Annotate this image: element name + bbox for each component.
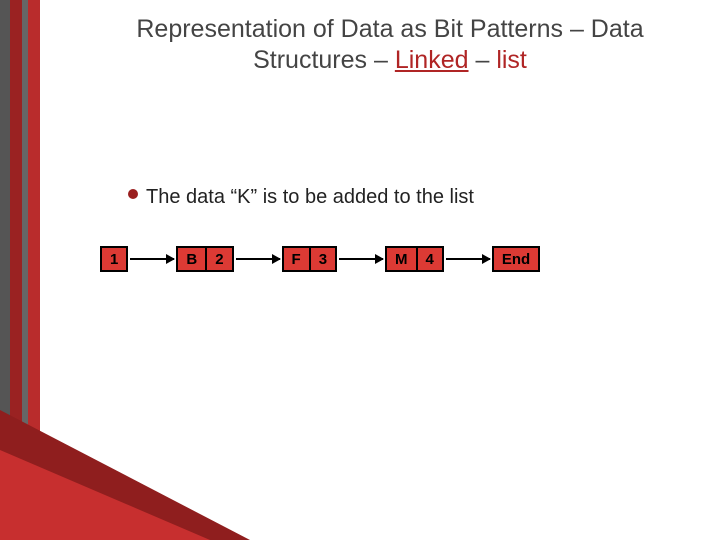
- arrow-icon: [446, 258, 490, 260]
- list-node-1: B 2: [176, 246, 233, 272]
- linked-list-diagram: 1 B 2 F 3 M 4 End: [100, 246, 540, 272]
- arrow-icon: [339, 258, 383, 260]
- node-data: M: [387, 248, 416, 270]
- corner-wedge-light: [0, 450, 210, 540]
- arrow-icon: [130, 258, 174, 260]
- slide-title: Representation of Data as Bit Patterns –…: [100, 14, 680, 77]
- list-node-2: F 3: [282, 246, 338, 272]
- title-part2: –: [469, 46, 497, 74]
- bullet-text: The data “K” is to be added to the list: [146, 186, 474, 209]
- title-accent-list: list: [496, 46, 527, 74]
- node-pointer: 2: [207, 248, 231, 270]
- title-accent-linked: Linked: [395, 46, 469, 74]
- list-node-3: M 4: [385, 246, 444, 272]
- node-data: F: [284, 248, 309, 270]
- bullet-dot-icon: [128, 189, 138, 199]
- end-label: End: [494, 248, 538, 270]
- head-value: 1: [102, 248, 126, 270]
- end-node: End: [492, 246, 540, 272]
- title-part1: Representation of Data as Bit Patterns –…: [136, 15, 643, 74]
- node-data: B: [178, 248, 205, 270]
- head-pointer-node: 1: [100, 246, 128, 272]
- node-pointer: 4: [418, 248, 442, 270]
- node-pointer: 3: [311, 248, 335, 270]
- arrow-icon: [236, 258, 280, 260]
- bullet-item: The data “K” is to be added to the list: [128, 186, 474, 209]
